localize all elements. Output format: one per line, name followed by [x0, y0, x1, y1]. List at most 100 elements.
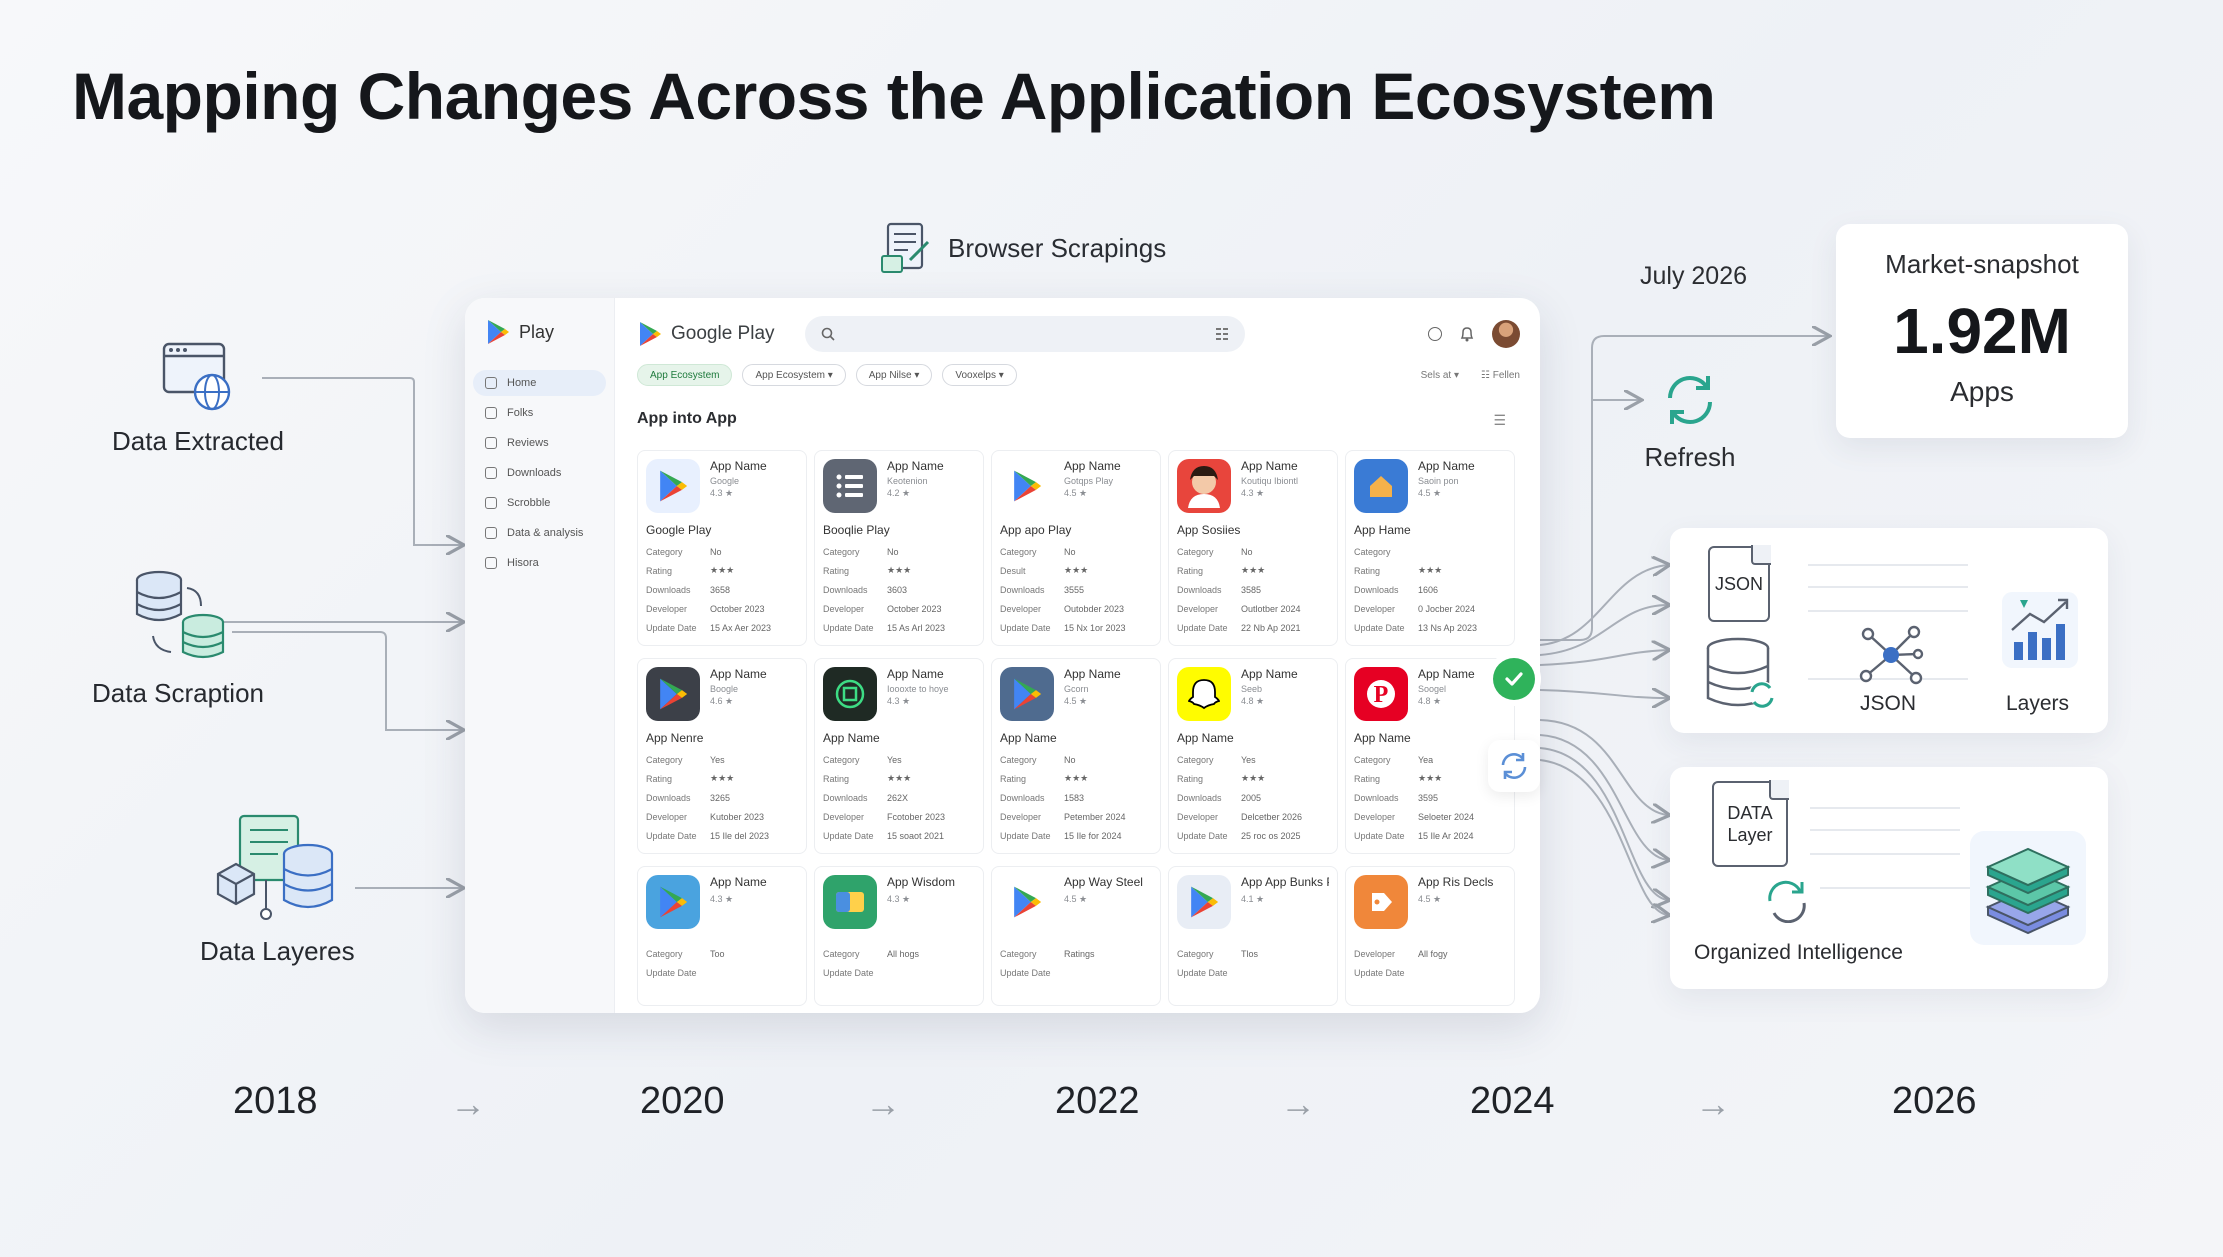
app-detail-row: Rating ★★★ [646, 561, 798, 580]
sidebar-item[interactable]: Scrobble [473, 490, 606, 516]
bell-icon[interactable] [1460, 326, 1474, 342]
app-rating: 4.3 ★ [887, 696, 911, 706]
layers-label: Layers [2006, 692, 2070, 715]
nav-icon [485, 467, 497, 479]
detail-key: Update Date [823, 830, 874, 841]
google-play-brand[interactable]: Google Play [637, 320, 775, 348]
app-name: App Name [710, 667, 767, 681]
detail-value: ★★★ [1064, 565, 1089, 575]
app-card[interactable]: App Name Saoin pon 4.5 ★ App Hame Category Ra… [1345, 450, 1515, 646]
app-card[interactable]: App Name 4.3 ★ Category Too Update Date [637, 866, 807, 1006]
app-detail-row: Downloads 3265 [646, 788, 798, 807]
detail-key: Category [1177, 948, 1214, 959]
app-card[interactable]: App Way Steel 4.5 ★ Category Ratings Update … [991, 866, 1161, 1006]
app-card-title: Google Play [646, 523, 712, 537]
timeline-arrow-icon: → [450, 1083, 486, 1124]
app-detail-row: Rating ★★★ [823, 561, 975, 580]
filter-button[interactable]: ☷ Fellen [1481, 370, 1520, 381]
sort-icon[interactable]: ☰ [1493, 412, 1506, 429]
detail-key: Developer [646, 811, 688, 822]
data-layer-text: DATA Layer [1727, 803, 1773, 845]
app-detail-row: Rating ★★★ [1354, 561, 1506, 580]
app-card[interactable]: App Name Keotenion 4.2 ★ Booqlie Play Catego… [814, 450, 984, 646]
detail-value: 262X [887, 792, 909, 803]
app-card[interactable]: App Name Boogle 4.6 ★ App Nenre Category Yes R… [637, 658, 807, 854]
detail-value: 15 soaot 2021 [887, 830, 945, 841]
side-logo: Play [485, 318, 614, 346]
sort-dropdown[interactable]: Sels at ▾ [1421, 370, 1459, 381]
app-detail-row: Downloads 3603 [823, 580, 975, 599]
app-detail-row: Developer Fcotober 2023 [823, 807, 975, 826]
detail-key: Category [823, 754, 860, 765]
app-detail-row: Developer All fogy [1354, 944, 1506, 963]
sidebar-item[interactable]: Downloads [473, 460, 606, 486]
detail-key: Rating [1177, 565, 1204, 576]
help-icon[interactable] [1428, 327, 1442, 341]
home-logo-icon [1354, 459, 1408, 513]
filter-chips: App Ecosystem App Ecosystem ▾ App Nilse … [637, 364, 1520, 386]
sidebar-item[interactable]: Reviews [473, 430, 606, 456]
app-card[interactable]: App Name Ioooxte to hoye 4.3 ★ App Name Cate… [814, 658, 984, 854]
nav-icon [485, 437, 497, 449]
nav-icon [485, 377, 497, 389]
app-detail-row: Category [1354, 542, 1506, 561]
detail-key: Rating [1000, 773, 1027, 784]
app-detail-row: Developer Delcetber 2026 [1177, 807, 1329, 826]
chip-app-nilse[interactable]: App Nilse ▾ [855, 364, 933, 386]
source-label: Data Scraption [92, 678, 264, 708]
chip-app-ecosystem-dropdown[interactable]: App Ecosystem ▾ [742, 364, 846, 386]
timeline-year: 2020 [640, 1080, 725, 1122]
app-rating: 4.5 ★ [1418, 488, 1442, 498]
app-name: App Name [1241, 459, 1298, 473]
app-detail-row: Desult ★★★ [1000, 561, 1152, 580]
app-card[interactable]: App Name Gotqps Play 4.5 ★ App apo Play Cate… [991, 450, 1161, 646]
app-name: App Way Steel [1064, 875, 1143, 889]
json-label: JSON [1860, 692, 1917, 715]
sidebar-item[interactable]: Folks [473, 400, 606, 426]
detail-value: All hogs [887, 948, 920, 959]
app-card-title: App Nenre [646, 731, 704, 745]
svg-text:P: P [1374, 682, 1389, 708]
search-input[interactable] [804, 316, 1245, 352]
app-detail-row: Category Ratings [1000, 944, 1152, 963]
json-doc-text: JSON [1714, 574, 1763, 594]
app-publisher: Boogle [710, 684, 739, 694]
sidebar-item[interactable]: Data & analysis [473, 520, 606, 546]
detail-key: Category [823, 948, 860, 959]
detail-value: ★★★ [1241, 773, 1266, 783]
app-card-title: App Name [1354, 731, 1411, 745]
detail-value: ★★★ [1418, 773, 1443, 783]
nav-icon [485, 407, 497, 419]
app-card[interactable]: App Ris Decls 4.5 ★ Developer All fogy Updat… [1345, 866, 1515, 1006]
network-nodes-icon [1859, 625, 1924, 685]
avatar[interactable] [1492, 320, 1520, 348]
app-rating: 4.5 ★ [1418, 894, 1442, 904]
app-card[interactable]: App Name Seeb 4.8 ★ App Name Category Yes Rati… [1168, 658, 1338, 854]
detail-value: All fogy [1418, 948, 1448, 959]
portrait-logo-icon [1177, 459, 1231, 513]
app-card[interactable]: App Name Koutiqu Ibiontl 4.3 ★ App Sosiies C… [1168, 450, 1338, 646]
app-publisher: Koutiqu Ibiontl [1241, 476, 1299, 486]
detail-value: No [1064, 754, 1076, 765]
app-card[interactable]: App Name Gcorn 4.5 ★ App Name Category No Rati… [991, 658, 1161, 854]
sync-icon[interactable] [1488, 740, 1540, 792]
detail-key: Update Date [646, 622, 697, 633]
database-sync-icon [135, 570, 225, 659]
app-card[interactable]: App App Bunks Play 4.1 ★ Category Tlos Updat… [1168, 866, 1338, 1006]
chip-vooxelps[interactable]: Vooxelps ▾ [942, 364, 1017, 386]
grid-icon[interactable] [1215, 327, 1229, 341]
app-card[interactable]: App Name Google 4.3 ★ Google Play Category No… [637, 450, 807, 646]
detail-key: Rating [823, 773, 850, 784]
chip-app-ecosystem[interactable]: App Ecosystem [637, 364, 733, 386]
detail-key: Update Date [1354, 967, 1405, 978]
sidebar-item[interactable]: Hisora [473, 550, 606, 576]
database-refresh-icon [1706, 637, 1775, 708]
app-card[interactable]: App Wisdom 4.3 ★ Category All hogs Update Da… [814, 866, 984, 1006]
sidebar-item[interactable]: Home [473, 370, 606, 396]
app-detail-row: Developer Kutober 2023 [646, 807, 798, 826]
app-detail-row: Update Date 22 Nb Ap 2021 [1177, 618, 1329, 637]
app-detail-row: Category No [1000, 750, 1152, 769]
app-rating: 4.5 ★ [1064, 894, 1088, 904]
app-rating: 4.8 ★ [1241, 696, 1265, 706]
app-detail-row: Update Date 25 roc os 2025 [1177, 826, 1329, 845]
